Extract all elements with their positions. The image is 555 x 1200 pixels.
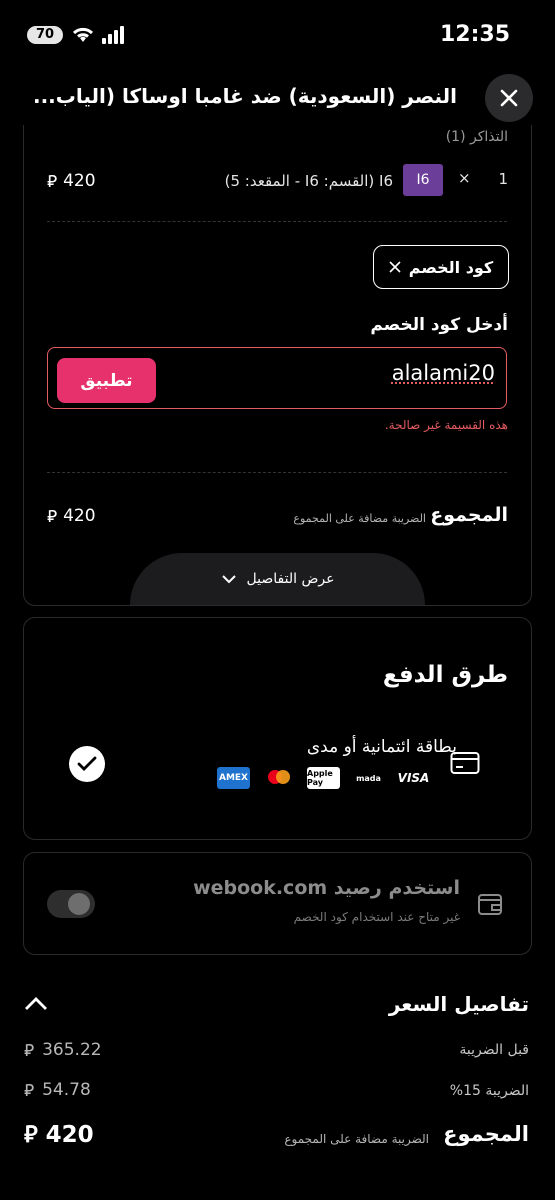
wifi-icon	[72, 27, 94, 42]
grand-total-note: الضريبة مضافة على المجموع	[284, 1132, 429, 1146]
discount-code-value[interactable]: alalami20	[392, 361, 495, 385]
mada-label: mada	[356, 773, 381, 783]
before-tax-label: قبل الضريبة	[459, 1042, 529, 1058]
signal-icon	[102, 26, 124, 44]
discount-chip-label: كود الخصم	[408, 257, 494, 277]
mada-logo: mada	[352, 767, 385, 789]
payment-methods-title: طرق الدفع	[382, 662, 508, 688]
payment-methods-card	[23, 617, 532, 840]
apply-button-label: تطبيق	[80, 370, 133, 391]
error-message: هذه القسيمة غير صالحة.	[384, 418, 508, 432]
show-details-label: عرض التفاصيل	[246, 571, 335, 587]
card-payment-option[interactable]: بطاقة ائتمانية أو مدى	[307, 737, 457, 757]
divider	[47, 221, 507, 222]
mastercard-logo	[262, 767, 295, 789]
wallet-toggle[interactable]	[47, 890, 95, 918]
tax-amount: 54.78	[42, 1080, 91, 1100]
ticket-price: ⃁ 420	[47, 170, 96, 192]
riyal-icon: ⃁	[24, 1081, 35, 1101]
riyal-icon: ⃁	[24, 1122, 38, 1148]
ticket-price-value: 420	[63, 171, 96, 191]
show-details-button[interactable]: عرض التفاصيل	[130, 553, 425, 605]
close-icon	[389, 261, 401, 273]
discount-input-label: أدخل كود الخصم	[370, 315, 508, 335]
mastercard-icon	[268, 770, 290, 784]
grand-total-label: المجموع	[443, 1122, 529, 1146]
wallet-card	[23, 852, 532, 955]
ticket-section-badge: I6	[403, 164, 443, 196]
ticket-description: I6 (القسم: I6 - المقعد: 5)	[224, 172, 393, 190]
apple-pay-logo: Apple Pay	[307, 767, 340, 789]
total-price-value: 420	[63, 506, 96, 526]
grand-total-value: ⃁ 420	[24, 1120, 94, 1149]
discount-code-chip[interactable]: كود الخصم	[373, 245, 509, 289]
checkmark-icon	[77, 756, 97, 771]
total-label: المجموع	[430, 504, 508, 526]
divider	[47, 472, 507, 473]
chevron-up-icon[interactable]	[23, 994, 49, 1014]
wallet-title: استخدم رصيد webook.com	[193, 877, 460, 899]
before-tax-value: ⃁ 365.22	[24, 1039, 102, 1061]
tax-label: الضريبة 15%	[449, 1083, 529, 1099]
battery-indicator: 70	[27, 26, 63, 44]
wallet-note: غير متاح عند استخدام كود الخصم	[293, 910, 460, 924]
ticket-badge-label: I6	[416, 172, 430, 188]
tickets-label: التذاكر (1)	[445, 129, 508, 145]
chevron-down-icon	[221, 575, 236, 584]
status-time: 12:35	[439, 22, 510, 47]
page-title: النصر (السعودية) ضد غامبا اوساكا (الياب.…	[32, 84, 457, 108]
times-sign: ×	[458, 169, 471, 187]
amex-logo: AMEX	[217, 767, 250, 789]
grand-total-amount: 420	[45, 1121, 94, 1148]
ticket-quantity: 1	[498, 170, 508, 188]
selected-check[interactable]	[69, 746, 105, 782]
close-icon	[500, 89, 518, 107]
total-price: ⃁ 420	[47, 505, 96, 527]
riyal-icon: ⃁	[24, 1041, 35, 1061]
apply-button[interactable]: تطبيق	[57, 358, 156, 403]
tax-note: الضريبة مضافة على المجموع	[293, 512, 426, 525]
wallet-icon	[478, 894, 502, 915]
close-button[interactable]	[485, 74, 533, 122]
toggle-knob	[68, 893, 90, 915]
visa-logo: VISA	[397, 767, 430, 789]
riyal-icon: ⃁	[47, 507, 58, 527]
card-logos: AMEX Apple Pay mada VISA	[217, 767, 430, 789]
tax-value: ⃁ 54.78	[24, 1079, 91, 1101]
riyal-icon: ⃁	[47, 172, 58, 192]
price-details-title: تفاصيل السعر	[388, 992, 529, 1016]
before-tax-amount: 365.22	[42, 1040, 102, 1060]
